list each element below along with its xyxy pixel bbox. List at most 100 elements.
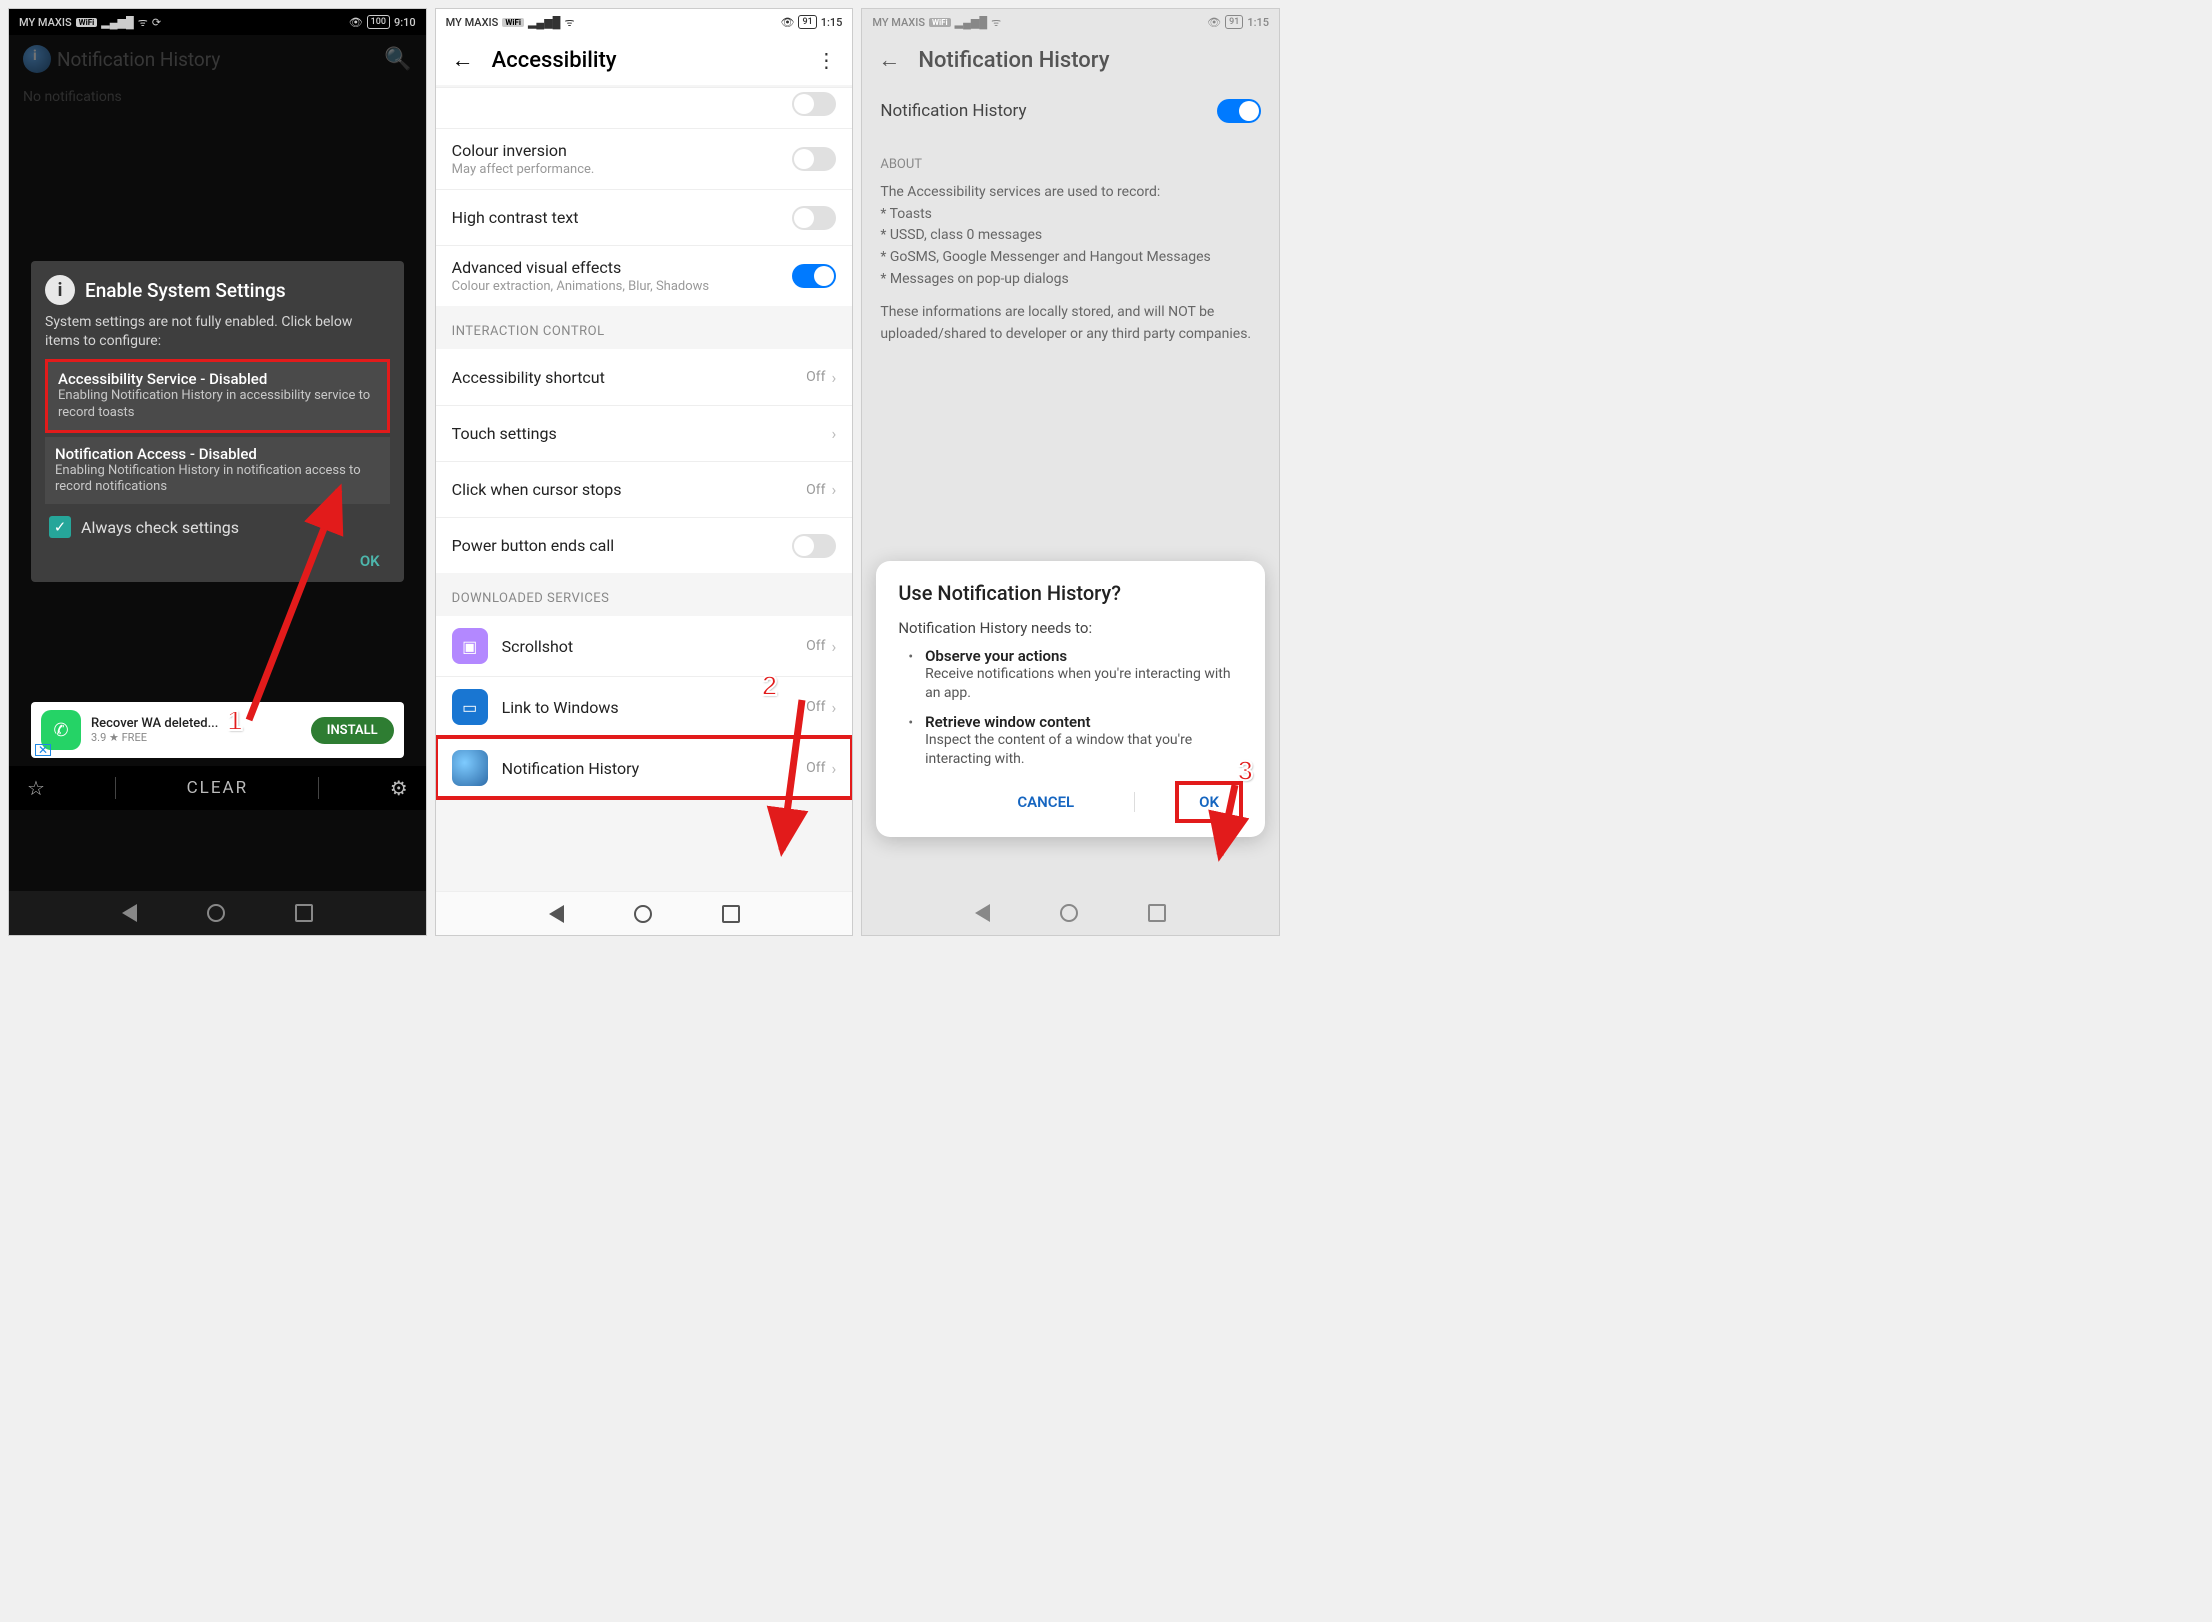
clock-label: 1:15 — [821, 16, 843, 29]
eye-icon: 👁 — [1207, 16, 1221, 29]
back-arrow-icon[interactable]: ← — [452, 47, 474, 73]
nav-recent-icon[interactable] — [295, 904, 313, 922]
chevron-right-icon: › — [832, 368, 837, 387]
signal-icon: ▂▄▆█ — [528, 16, 561, 29]
switch-off-icon[interactable] — [792, 206, 836, 230]
back-arrow-icon[interactable]: ← — [878, 47, 900, 73]
search-icon[interactable]: 🔍 — [384, 47, 411, 72]
chevron-right-icon: › — [832, 424, 837, 443]
section-header-interaction: INTERACTION CONTROL — [436, 306, 853, 347]
high-contrast-item[interactable]: High contrast text — [436, 189, 853, 245]
link-windows-item[interactable]: ▭ Link to Windows Off › — [436, 676, 853, 737]
carrier-label: MY MAXIS — [446, 16, 499, 29]
bullet-icon: • — [908, 715, 913, 769]
cancel-button[interactable]: CANCEL — [997, 785, 1094, 819]
nav-back-icon[interactable] — [975, 904, 990, 922]
clear-button[interactable]: CLEAR — [187, 778, 248, 798]
sync-icon: ⟳ — [152, 16, 161, 29]
eye-icon: 👁 — [780, 16, 794, 29]
accessibility-service-item[interactable]: Accessibility Service - Disabled Enablin… — [45, 359, 390, 433]
page-title: Notification History — [918, 48, 1109, 73]
chevron-right-icon: › — [832, 759, 837, 778]
link-windows-icon: ▭ — [452, 689, 488, 725]
wifi-badge: WiFi — [929, 18, 951, 27]
empty-state-text: No notifications — [9, 83, 426, 111]
partial-item[interactable] — [436, 87, 853, 128]
app-logo-icon — [23, 45, 51, 73]
notification-access-item[interactable]: Notification Access - Disabled Enabling … — [45, 437, 390, 505]
nav-recent-icon[interactable] — [1148, 904, 1166, 922]
switch-on-icon[interactable] — [1217, 99, 1261, 123]
gear-icon[interactable]: ⚙ — [390, 776, 408, 800]
signal-icon: ▂▄▆█ — [955, 16, 988, 29]
accessibility-shortcut-item[interactable]: Accessibility shortcut Off › — [436, 349, 853, 405]
chevron-right-icon: › — [832, 698, 837, 717]
service-toggle-row[interactable]: Notification History — [862, 85, 1279, 137]
notification-history-icon — [452, 750, 488, 786]
dialog-subtitle: System settings are not fully enabled. C… — [45, 313, 390, 351]
app-title: Notification History — [57, 48, 378, 71]
scrollshot-icon: ▣ — [452, 628, 488, 664]
section-header-downloaded: DOWNLOADED SERVICES — [436, 573, 853, 614]
battery-indicator: 100 — [367, 15, 390, 29]
nav-bar — [436, 891, 853, 935]
checkbox-label: Always check settings — [81, 518, 239, 537]
status-bar: MY MAXIS WiFi ▂▄▆█ ᯤ ⟳ 👁 100 9:10 — [9, 9, 426, 35]
screen-2: MY MAXIS WiFi ▂▄▆█ ᯤ 👁 91 1:15 ← Accessi… — [435, 8, 854, 936]
more-menu-icon[interactable]: ⋮ — [816, 48, 836, 72]
chevron-right-icon: › — [832, 480, 837, 499]
ad-subtitle: 3.9 ★ FREE — [91, 731, 301, 744]
nav-home-icon[interactable] — [634, 905, 652, 923]
clock-label: 9:10 — [394, 16, 416, 29]
about-header: ABOUT — [862, 137, 1279, 182]
ok-button[interactable]: OK — [360, 552, 380, 570]
notification-history-item[interactable]: Notification History Off › — [436, 737, 853, 798]
nav-recent-icon[interactable] — [722, 905, 740, 923]
advanced-visual-item[interactable]: Advanced visual effects Colour extractio… — [436, 245, 853, 306]
checkbox-icon[interactable]: ✓ — [49, 516, 71, 538]
enable-settings-dialog: i Enable System Settings System settings… — [31, 261, 404, 582]
wifi-icon: ᯤ — [991, 15, 1001, 30]
power-button-item[interactable]: Power button ends call — [436, 517, 853, 573]
click-cursor-item[interactable]: Click when cursor stops Off › — [436, 461, 853, 517]
colour-inversion-item[interactable]: Colour inversion May affect performance. — [436, 128, 853, 189]
wifi-icon: ᯤ — [564, 15, 574, 30]
switch-off-icon[interactable] — [792, 92, 836, 116]
downloaded-services-group: ▣ Scrollshot Off › ▭ Link to Windows Off… — [436, 616, 853, 798]
item-subtitle: Enabling Notification History in notific… — [55, 463, 380, 497]
ad-title: Recover WA deleted... — [91, 716, 301, 731]
ad-close-icon[interactable]: ✕ — [35, 744, 51, 756]
item-title: Notification Access - Disabled — [55, 445, 380, 463]
toggle-label: Notification History — [880, 101, 1217, 121]
bullet-icon: • — [908, 649, 913, 703]
dialog-title: Enable System Settings — [85, 279, 286, 302]
nav-home-icon[interactable] — [207, 904, 225, 922]
ok-button[interactable]: OK — [1175, 781, 1243, 823]
nav-home-icon[interactable] — [1060, 904, 1078, 922]
about-body: The Accessibility services are used to r… — [862, 182, 1279, 346]
nav-back-icon[interactable] — [122, 904, 137, 922]
switch-off-icon[interactable] — [792, 147, 836, 171]
status-bar: MY MAXIS WiFi ▂▄▆█ ᯤ 👁 91 1:15 — [436, 9, 853, 35]
visual-settings-group: Colour inversion May affect performance.… — [436, 87, 853, 306]
chevron-right-icon: › — [832, 637, 837, 656]
dialog-title: Use Notification History? — [898, 581, 1243, 605]
divider — [318, 777, 319, 799]
ad-banner[interactable]: ✕ ✆ Recover WA deleted... 3.9 ★ FREE INS… — [31, 702, 404, 758]
nav-back-icon[interactable] — [549, 905, 564, 923]
permission-item: • Retrieve window content Inspect the co… — [908, 713, 1243, 769]
switch-off-icon[interactable] — [792, 534, 836, 558]
screen-1: MY MAXIS WiFi ▂▄▆█ ᯤ ⟳ 👁 100 9:10 Notifi… — [8, 8, 427, 936]
star-icon[interactable]: ☆ — [27, 776, 45, 800]
install-button[interactable]: INSTALL — [311, 717, 394, 744]
clock-label: 1:15 — [1247, 16, 1269, 29]
always-check-row[interactable]: ✓ Always check settings — [45, 504, 390, 546]
eye-icon: 👁 — [349, 16, 363, 29]
touch-settings-item[interactable]: Touch settings › — [436, 405, 853, 461]
page-title: Accessibility — [492, 48, 799, 73]
item-subtitle: Enabling Notification History in accessi… — [58, 388, 377, 422]
wifi-badge: WiFi — [76, 18, 98, 27]
page-header: ← Accessibility ⋮ — [436, 35, 853, 85]
scrollshot-item[interactable]: ▣ Scrollshot Off › — [436, 616, 853, 676]
switch-on-icon[interactable] — [792, 264, 836, 288]
